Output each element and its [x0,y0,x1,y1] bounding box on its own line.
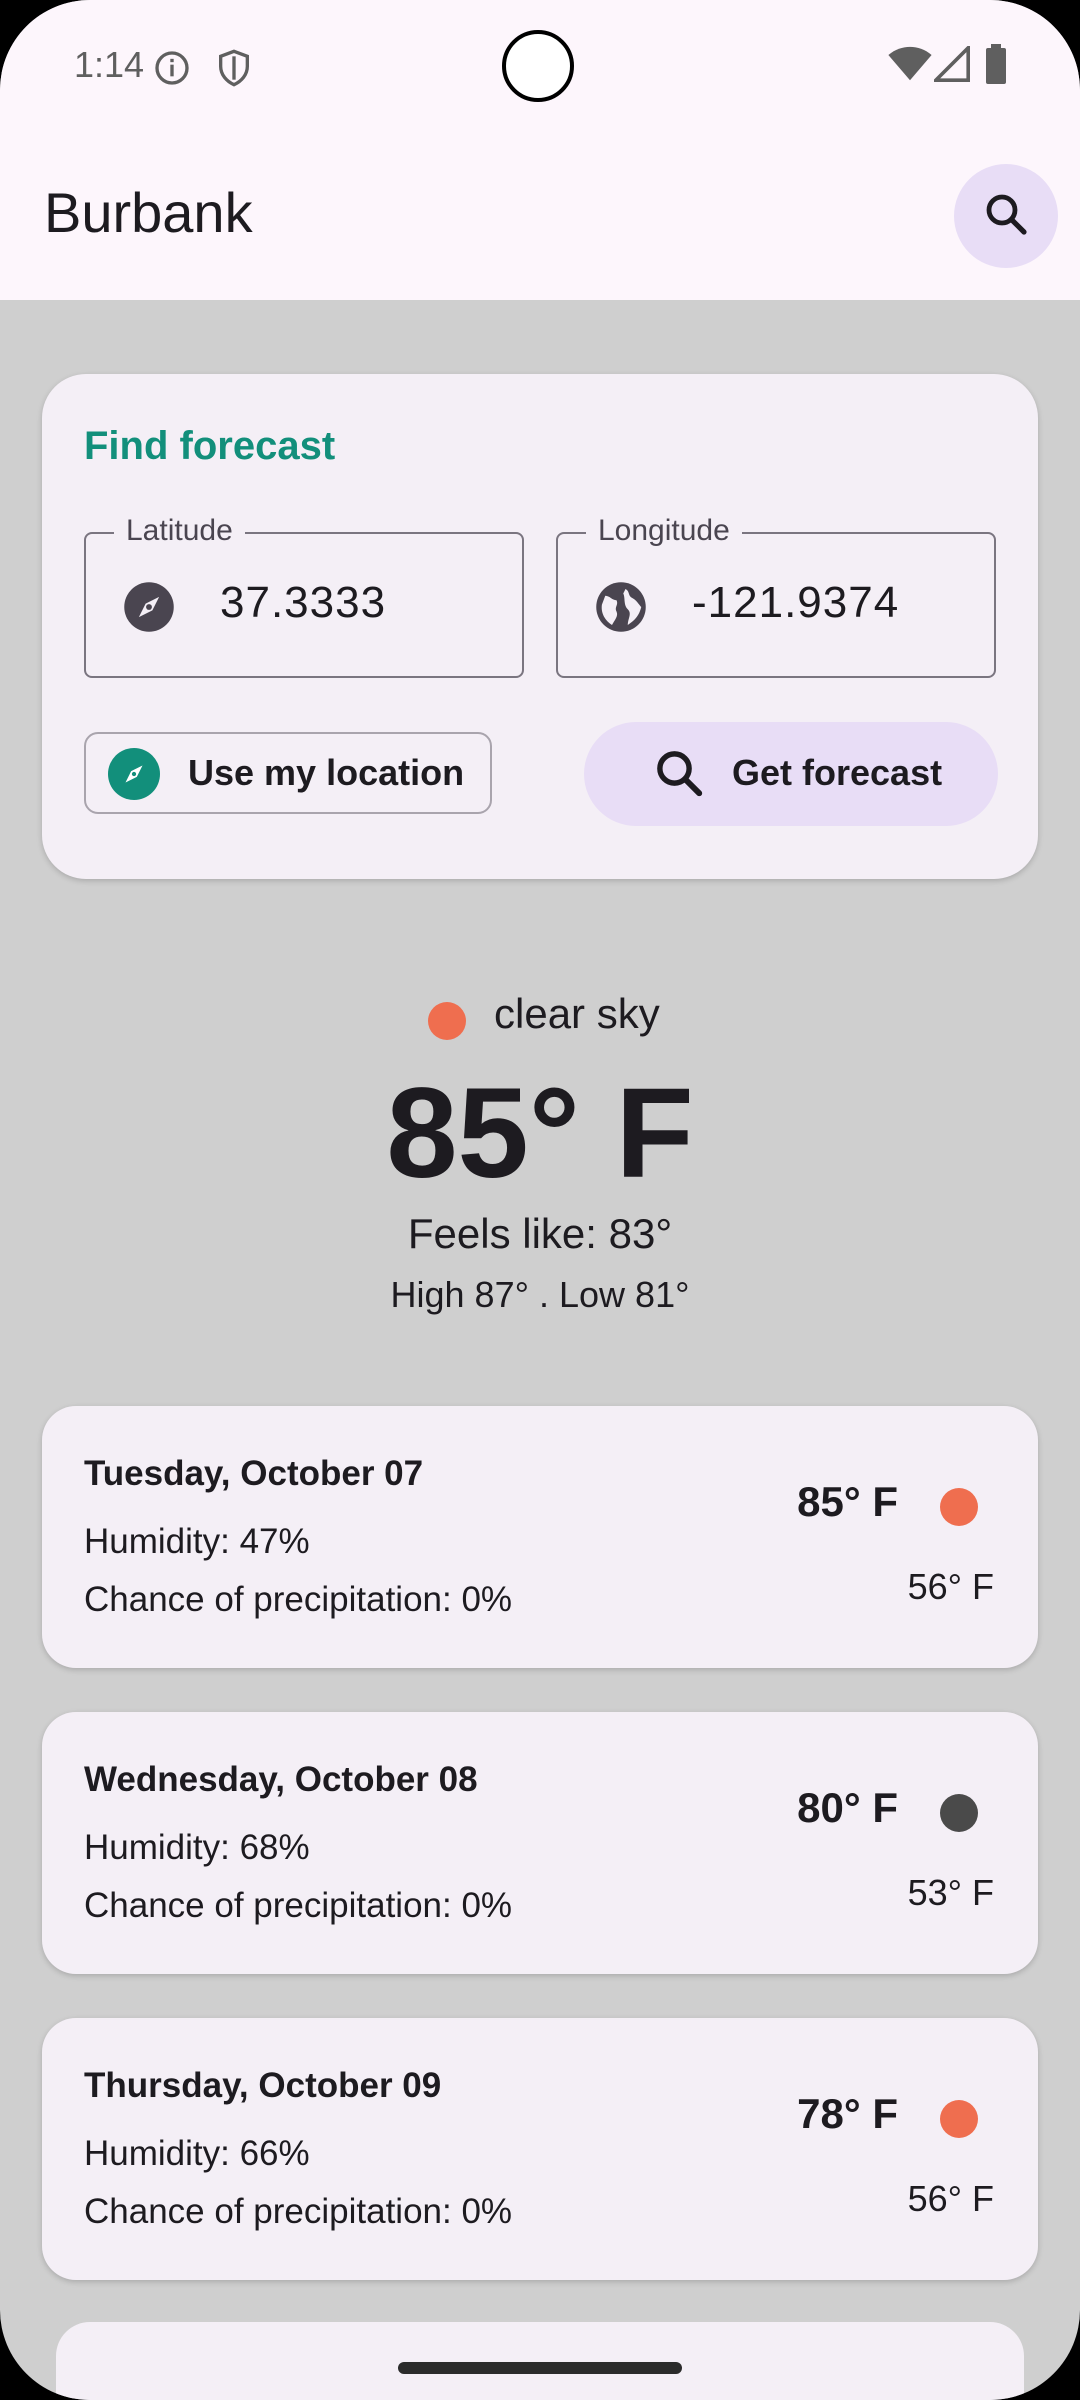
day-high: 80° F [797,1784,898,1831]
daily-forecast-card[interactable]: Thursday, October 09 Humidity: 66% Chanc… [42,2018,1038,2280]
daily-forecast-card[interactable]: Wednesday, October 08 Humidity: 68% Chan… [42,1712,1038,1974]
day-low: 53° F [907,1872,994,1913]
latitude-field[interactable]: Latitude 37.3333 [84,514,524,678]
latitude-label: Latitude [114,514,245,548]
daily-forecast-card-partial[interactable] [56,2322,1024,2400]
globe-icon [594,580,648,639]
daily-forecast-card[interactable]: Tuesday, October 07 Humidity: 47% Chance… [42,1406,1038,1668]
signal-icon [931,43,970,87]
day-humidity: Humidity: 66% [84,2134,310,2173]
day-date: Wednesday, October 08 [84,1760,478,1799]
day-precipitation: Chance of precipitation: 0% [84,1886,513,1925]
top-app-bar: 1:14 Burbank [0,0,1080,300]
high-low: High 87° . Low 81° [390,1274,690,1315]
use-my-location-button[interactable]: Use my location [84,732,492,814]
day-high: 85° F [797,1478,898,1525]
day-humidity: Humidity: 47% [84,1522,310,1561]
feels-like: Feels like: 83° [407,1210,673,1257]
latitude-input[interactable]: 37.3333 [220,578,386,628]
day-condition-indicator [940,1488,978,1526]
compass-icon [108,748,160,800]
day-humidity: Humidity: 68% [84,1828,310,1867]
day-condition-indicator [940,1794,978,1832]
search-button[interactable] [954,164,1058,268]
day-low: 56° F [907,1566,994,1607]
battery-icon [984,44,1008,89]
longitude-field[interactable]: Longitude -121.9374 [556,514,996,678]
find-forecast-card: Find forecast Latitude 37.3333 Longitude… [42,374,1038,879]
search-icon [982,190,1030,243]
card-title: Find forecast [84,424,336,468]
search-icon [652,746,706,805]
status-time: 1:14 [74,44,145,85]
home-indicator[interactable] [398,2362,682,2374]
page-title: Burbank [44,181,253,244]
compass-icon [122,580,176,639]
camera-cutout [502,30,574,102]
longitude-input[interactable]: -121.9374 [692,578,899,628]
wifi-icon [888,46,932,87]
screen: 1:14 Burbank Find forecast Latitude 37.3… [0,0,1080,2400]
use-my-location-label: Use my location [188,752,465,793]
day-high: 78° F [797,2090,898,2137]
day-date: Thursday, October 09 [84,2066,442,2105]
current-condition: clear sky [494,990,660,1037]
shield-icon [214,48,254,93]
day-low: 56° F [907,2178,994,2219]
day-precipitation: Chance of precipitation: 0% [84,1580,513,1619]
day-date: Tuesday, October 07 [84,1454,424,1493]
get-forecast-button[interactable]: Get forecast [584,722,998,826]
current-temperature: 85° F [386,1062,694,1205]
info-icon [152,48,192,93]
day-condition-indicator [940,2100,978,2138]
day-precipitation: Chance of precipitation: 0% [84,2192,513,2231]
longitude-label: Longitude [586,514,742,548]
get-forecast-label: Get forecast [732,752,943,793]
condition-indicator [428,1002,466,1040]
